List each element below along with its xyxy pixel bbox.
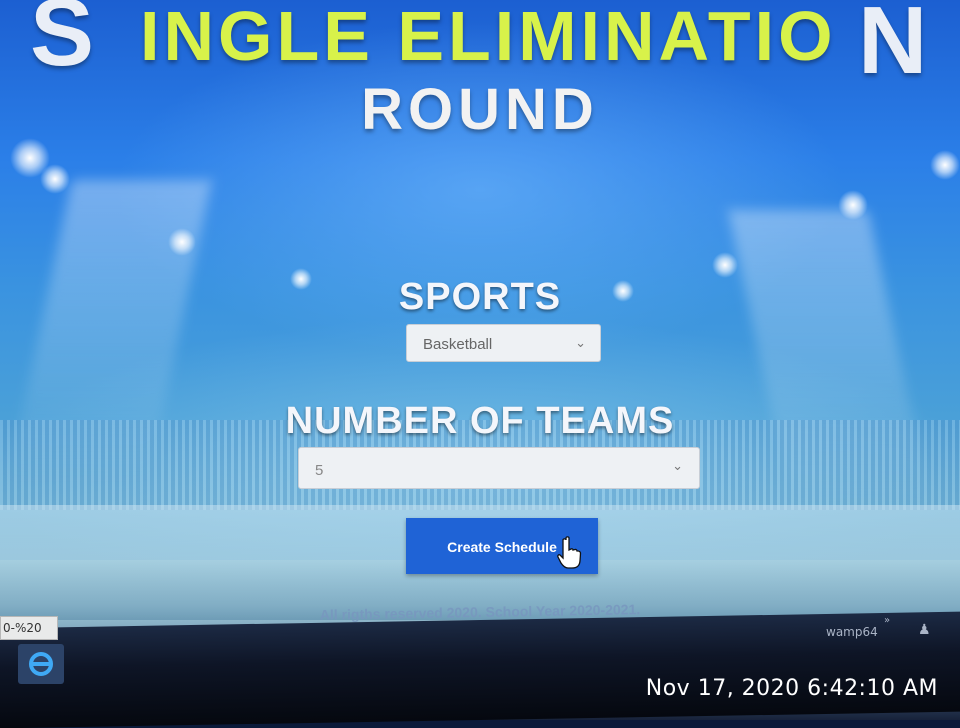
create-schedule-label: Create Schedule bbox=[447, 539, 557, 555]
title-cap-left: S bbox=[30, 0, 99, 86]
page-subtitle: ROUND bbox=[361, 77, 599, 142]
tray-overflow-chevrons[interactable]: » bbox=[884, 615, 890, 626]
browser-status-url: 0-%20 bbox=[0, 616, 58, 640]
chevron-down-icon: ⌄ bbox=[672, 458, 683, 473]
teams-select-value: 5 bbox=[315, 462, 324, 479]
wamp-tray-label[interactable]: wamp64 bbox=[826, 625, 878, 639]
chevron-down-icon: ⌄ bbox=[575, 335, 586, 350]
teams-label: NUMBER OF TEAMS bbox=[285, 400, 675, 442]
spotlight bbox=[712, 252, 738, 278]
people-icon[interactable]: ♟ bbox=[918, 622, 931, 638]
photo-timestamp: Nov 17, 2020 6:42:10 AM bbox=[645, 676, 938, 701]
title-main-text: INGLE ELIMINATIO bbox=[140, 0, 837, 75]
sports-select[interactable]: Basketball ⌄ bbox=[406, 324, 601, 362]
internet-explorer-icon bbox=[29, 652, 53, 676]
hand-cursor-icon bbox=[557, 536, 582, 569]
spotlight bbox=[930, 150, 960, 180]
page-title: S INGLE ELIMINATIO N bbox=[0, 0, 960, 94]
spotlight bbox=[40, 164, 70, 194]
sports-label: SPORTS bbox=[398, 276, 562, 318]
internet-explorer-taskbar-button[interactable] bbox=[18, 644, 64, 684]
sports-select-value: Basketball bbox=[423, 336, 493, 353]
teams-select[interactable]: 5 ⌄ bbox=[298, 447, 700, 489]
windows-taskbar bbox=[0, 611, 960, 728]
